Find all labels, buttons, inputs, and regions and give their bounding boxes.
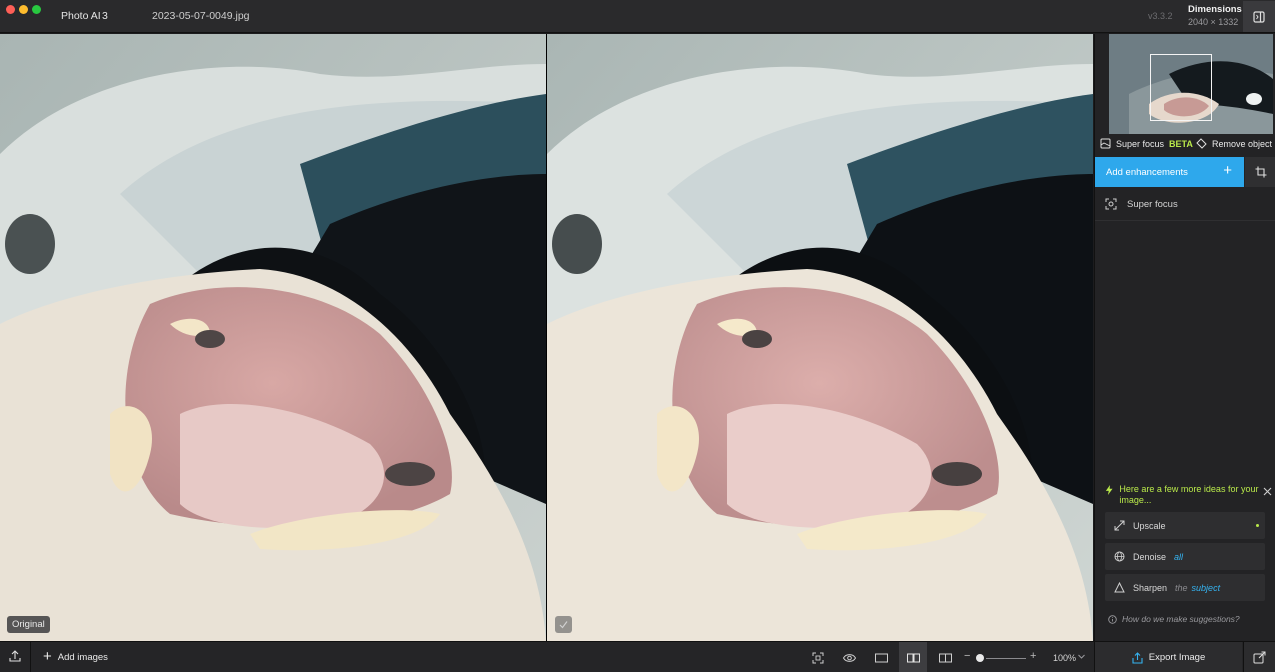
crop-button[interactable] (1245, 157, 1275, 187)
ideas-heading: Here are a few more ideas for your image… (1105, 484, 1265, 506)
enhancement-label: Super focus (1127, 198, 1178, 210)
eraser-icon (1196, 138, 1207, 149)
app-version: 3 (102, 10, 108, 22)
add-enhancements-label: Add enhancements (1106, 166, 1188, 178)
dimensions-value: 2040 × 1332 (1188, 17, 1239, 27)
suggestions-help-link[interactable]: How do we make suggestions? (1108, 614, 1240, 624)
file-name: 2023-05-07-0049.jpg (152, 10, 250, 22)
single-view-icon (874, 653, 888, 663)
export-settings-button[interactable] (1243, 642, 1275, 672)
compare-check-button[interactable] (555, 616, 572, 633)
add-images-button[interactable]: + Add images (43, 648, 108, 665)
tool-row: Super focus BETA Remove object (1095, 134, 1275, 156)
add-enhancements-button[interactable]: Add enhancements + (1095, 157, 1244, 187)
build-version: v3.3.2 (1148, 11, 1173, 21)
idea-denoise-button[interactable]: Denoise all (1105, 543, 1265, 570)
app-name: Photo AI (61, 10, 101, 22)
original-view[interactable]: Original (0, 34, 546, 641)
idea-muted: the (1175, 582, 1188, 593)
navigator-viewport-frame[interactable] (1150, 54, 1212, 121)
idea-sharpen-button[interactable]: Sharpen the subject (1105, 574, 1265, 601)
orca-photo-original (0, 34, 546, 641)
image-frame-icon (1100, 138, 1111, 149)
add-images-label: Add images (57, 651, 108, 663)
sidebar-toggle-icon (1253, 10, 1265, 23)
plus-icon: + (1223, 162, 1232, 179)
lightning-icon (1105, 484, 1113, 496)
ideas-heading-text: Here are a few more ideas for your image… (1119, 484, 1259, 505)
right-panel: Super focus BETA Remove object Add enhan… (1094, 34, 1275, 641)
idea-upscale-button[interactable]: Upscale (1105, 512, 1265, 539)
original-badge: Original (7, 616, 50, 633)
zoom-value[interactable]: 100% (1053, 653, 1076, 663)
zoom-slider-track[interactable] (986, 658, 1026, 659)
zoom-out-button[interactable]: − (964, 650, 970, 662)
side-by-side-view-button[interactable] (899, 642, 927, 672)
orca-photo-enhanced (547, 34, 1093, 641)
export-image-button[interactable]: Export Image (1094, 642, 1242, 672)
idea-accent: all (1174, 551, 1184, 562)
globe-icon (1114, 551, 1125, 562)
export-settings-icon (1253, 651, 1266, 664)
beta-badge: BETA (1169, 138, 1193, 149)
minimize-window-button[interactable] (19, 5, 28, 14)
close-icon[interactable] (1263, 487, 1272, 496)
split-view-button[interactable] (937, 650, 953, 666)
super-focus-tool-button[interactable]: Super focus BETA (1100, 138, 1193, 149)
triangle-icon (1114, 582, 1125, 593)
focus-frame-icon (812, 652, 824, 664)
title-bar: Photo AI 3 2023-05-07-0049.jpg v3.3.2 Di… (0, 0, 1275, 33)
check-icon (559, 621, 568, 629)
preview-toggle-button[interactable] (841, 650, 857, 666)
remove-object-tool-button[interactable]: Remove object (1196, 138, 1272, 149)
zoom-window-button[interactable] (32, 5, 41, 14)
idea-accent: subject (1191, 582, 1221, 593)
export-icon (1132, 651, 1143, 664)
idea-label: Sharpen (1133, 582, 1168, 593)
info-icon (1108, 614, 1117, 624)
help-link-text: How do we make suggestions? (1122, 614, 1240, 624)
navigator-thumbnail[interactable] (1109, 34, 1273, 134)
plus-icon: + (43, 648, 52, 665)
toggle-panel-button[interactable] (1243, 1, 1275, 32)
split-view-icon (938, 653, 952, 663)
crop-icon (1255, 166, 1266, 178)
zoom-slider-handle[interactable] (976, 654, 984, 662)
upload-icon[interactable] (8, 649, 22, 663)
side-by-side-icon (906, 653, 920, 662)
eye-icon (842, 654, 856, 662)
dimensions-label: Dimensions (1188, 4, 1242, 15)
remove-object-label: Remove object (1212, 138, 1273, 149)
divider (30, 642, 31, 672)
close-window-button[interactable] (6, 5, 15, 14)
chevron-down-icon[interactable] (1077, 652, 1086, 661)
zoom-in-button[interactable]: + (1030, 650, 1036, 662)
enhancement-item-super-focus[interactable]: Super focus (1095, 188, 1275, 221)
idea-label: Upscale (1133, 520, 1166, 531)
expand-arrows-icon (1114, 520, 1125, 531)
preview-view[interactable] (547, 34, 1093, 641)
focus-view-button[interactable] (810, 650, 826, 666)
bottom-toolbar: + Add images − + 100% Export Image (0, 641, 1275, 672)
super-focus-tool-label: Super focus (1116, 138, 1165, 149)
export-image-label: Export Image (1148, 652, 1206, 663)
new-indicator-dot (1256, 524, 1259, 527)
idea-label: Denoise (1133, 551, 1167, 562)
focus-frame-icon (1105, 198, 1117, 210)
single-view-button[interactable] (873, 650, 889, 666)
image-canvas[interactable]: Original (0, 34, 1093, 641)
